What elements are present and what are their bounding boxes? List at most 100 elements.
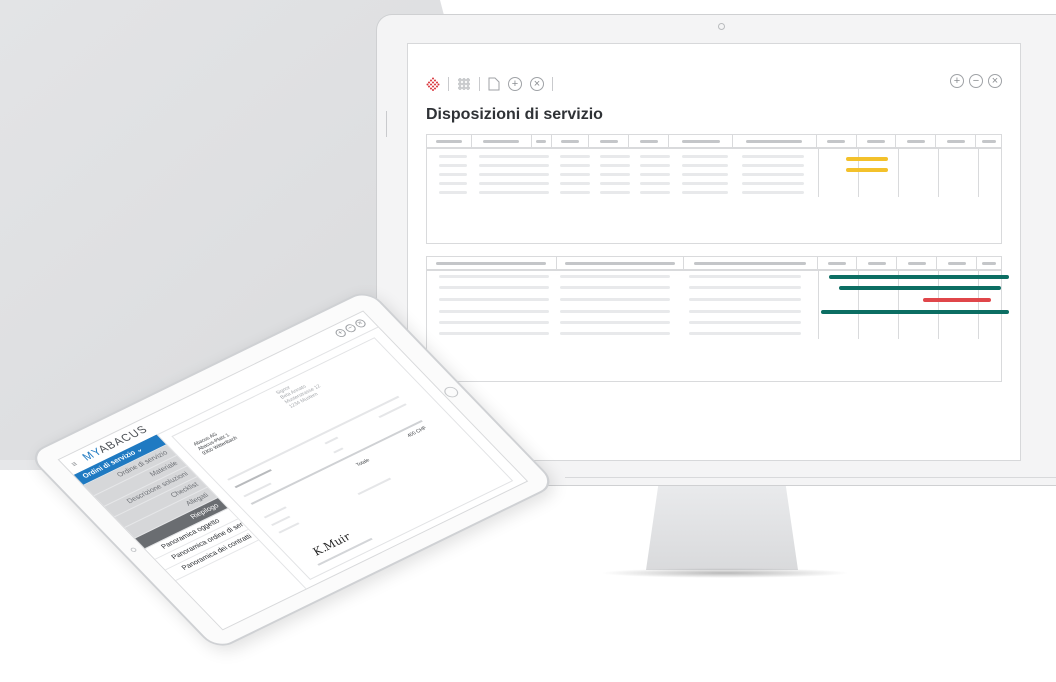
table-cell-placeholder: [600, 173, 630, 176]
table-cell-placeholder: [479, 191, 549, 194]
doc-line: [378, 403, 407, 419]
column-header[interactable]: [897, 257, 938, 269]
table-cell-placeholder: [689, 275, 801, 278]
gantt-bar-yellow[interactable]: [846, 168, 888, 172]
table-cell-placeholder: [560, 310, 670, 313]
monitor-chin: [565, 477, 1056, 478]
column-header[interactable]: [937, 257, 978, 269]
table-cell-placeholder: [600, 191, 630, 194]
grid-line: [938, 149, 939, 197]
column-header[interactable]: [629, 135, 670, 147]
column-header[interactable]: [472, 135, 532, 147]
column-header[interactable]: [669, 135, 733, 147]
gantt-bar-teal[interactable]: [821, 310, 1009, 314]
table-cell-placeholder: [682, 173, 728, 176]
signature: K.Muir: [309, 530, 354, 558]
add-circle-icon[interactable]: +: [950, 74, 964, 88]
table-cell-placeholder: [560, 332, 670, 335]
abacus-logo-icon: [426, 77, 440, 91]
table-cell-placeholder: [640, 155, 670, 158]
table-cell-placeholder: [560, 191, 590, 194]
column-header[interactable]: [427, 257, 557, 269]
grid-line: [898, 149, 899, 197]
close-circle-icon[interactable]: ×: [530, 77, 544, 91]
grid-icon[interactable]: [457, 77, 471, 91]
table-cell-placeholder: [560, 321, 670, 324]
doc-line: [357, 477, 392, 495]
table-cell-placeholder: [560, 286, 670, 289]
table-cell-placeholder: [689, 321, 801, 324]
table-cell-placeholder: [600, 155, 630, 158]
table-cell-placeholder: [439, 332, 549, 335]
camera-icon: [129, 546, 138, 553]
total-label: Totale: [354, 457, 372, 469]
gantt-bar-yellow[interactable]: [846, 157, 888, 161]
column-header[interactable]: [818, 257, 858, 269]
window-controls: + − ×: [333, 318, 368, 339]
table-cell-placeholder: [600, 164, 630, 167]
column-header[interactable]: [552, 135, 590, 147]
column-header[interactable]: [896, 135, 937, 147]
app-window: + × + − × Disposizioni di servizio: [407, 43, 1021, 461]
table-cell-placeholder: [689, 332, 801, 335]
menu-icon[interactable]: ≡: [69, 460, 80, 469]
table-cell-placeholder: [742, 191, 804, 194]
column-header[interactable]: [733, 135, 817, 147]
table-cell-placeholder: [682, 182, 728, 185]
table-cell-placeholder: [560, 298, 670, 301]
toolbar-separator: [479, 77, 480, 91]
page-title: Disposizioni di servizio: [426, 106, 603, 123]
table-cell-placeholder: [742, 164, 804, 167]
grid-line: [938, 271, 939, 339]
table-bottom: [426, 270, 1009, 382]
table-cell-placeholder: [439, 321, 549, 324]
doc-line: [333, 447, 344, 454]
table-cell-placeholder: [479, 182, 549, 185]
doc-line: [227, 395, 400, 481]
grid-line: [898, 271, 899, 339]
column-header[interactable]: [936, 135, 977, 147]
column-header[interactable]: [684, 257, 818, 269]
document-icon[interactable]: [488, 77, 500, 91]
minus-circle-icon[interactable]: −: [969, 74, 983, 88]
sender-address: Abacus AG Abacus-Platz 1 9300 Wittenbach: [192, 426, 239, 457]
doc-line: [263, 506, 287, 519]
table-cell-placeholder: [640, 182, 670, 185]
table-cell-placeholder: [439, 310, 549, 313]
table-cell-placeholder: [600, 182, 630, 185]
gantt-bar-red[interactable]: [923, 298, 991, 302]
gantt-bar-teal[interactable]: [829, 275, 1009, 279]
column-header[interactable]: [589, 135, 630, 147]
toolbar: + ×: [426, 74, 553, 94]
close-circle-icon[interactable]: ×: [988, 74, 1002, 88]
table-cell-placeholder: [682, 191, 728, 194]
monitor-stand: [646, 486, 798, 570]
column-header[interactable]: [557, 257, 685, 269]
table-cell-placeholder: [439, 286, 549, 289]
column-header[interactable]: [976, 135, 1001, 147]
table-cell-placeholder: [742, 173, 804, 176]
grid-line: [978, 149, 979, 197]
doc-line: [271, 515, 291, 526]
table-cell-placeholder: [742, 155, 804, 158]
column-header[interactable]: [817, 135, 857, 147]
table-cell-placeholder: [439, 173, 467, 176]
table-cell-placeholder: [689, 310, 801, 313]
column-header[interactable]: [532, 135, 552, 147]
column-header[interactable]: [977, 257, 1001, 269]
grid-line: [818, 149, 819, 197]
table-cell-placeholder: [439, 298, 549, 301]
column-header[interactable]: [857, 257, 898, 269]
table-cell-placeholder: [439, 191, 467, 194]
camera-icon: [718, 23, 725, 30]
table-cell-placeholder: [640, 164, 670, 167]
add-circle-icon[interactable]: +: [508, 77, 522, 91]
gantt-bar-teal[interactable]: [839, 286, 1001, 290]
column-header[interactable]: [857, 135, 897, 147]
column-header[interactable]: [427, 135, 472, 147]
table-cell-placeholder: [689, 298, 801, 301]
grid-line: [858, 271, 859, 339]
toolbar-separator: [552, 77, 553, 91]
table-cell-placeholder: [439, 182, 467, 185]
monitor-edge: [386, 111, 387, 137]
